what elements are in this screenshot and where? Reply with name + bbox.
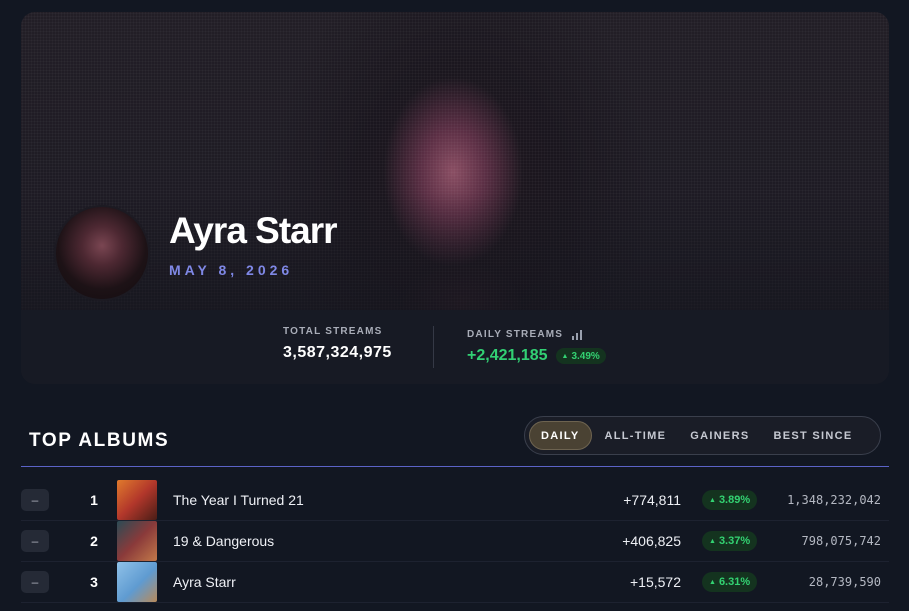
album-title[interactable]: Ayra Starr xyxy=(173,574,236,590)
album-title[interactable]: The Year I Turned 21 xyxy=(173,492,304,508)
tab-all-time[interactable]: ALL-TIME xyxy=(594,421,678,450)
section-divider xyxy=(21,466,889,467)
album-total-streams: 798,075,742 xyxy=(801,534,881,548)
daily-pct-badge: ▲ 3.49% xyxy=(555,348,606,364)
tab-best-since[interactable]: BEST SINCE xyxy=(762,421,863,450)
triangle-up-icon: ▲ xyxy=(709,496,716,504)
table-row[interactable]: – 1 The Year I Turned 21 +774,811 ▲ 3.89… xyxy=(21,480,889,521)
album-pct-badge: ▲ 3.37% xyxy=(702,531,758,551)
album-rank: 3 xyxy=(90,574,98,590)
artist-name: Ayra Starr xyxy=(169,210,338,251)
total-streams-value: 3,587,324,975 xyxy=(283,344,392,361)
album-total-streams: 28,739,590 xyxy=(808,575,881,589)
daily-streams-label: DAILY STREAMS xyxy=(467,329,564,340)
stats-bar: TOTAL STREAMS 3,587,324,975 DAILY STREAM… xyxy=(21,310,889,384)
album-total-streams: 1,348,232,042 xyxy=(787,493,881,507)
row-toggle-button[interactable]: – xyxy=(21,571,49,593)
artist-avatar xyxy=(54,205,150,301)
album-cover[interactable] xyxy=(117,480,157,520)
triangle-up-icon: ▲ xyxy=(709,578,716,586)
bar-chart-icon[interactable] xyxy=(572,329,583,340)
album-title[interactable]: 19 & Dangerous xyxy=(173,533,274,549)
albums-tab-group: DAILY ALL-TIME GAINERS BEST SINCE xyxy=(524,416,881,455)
artist-date: MAY 8, 2026 xyxy=(169,262,294,278)
total-streams-stat: TOTAL STREAMS 3,587,324,975 xyxy=(283,326,392,362)
daily-streams-value: +2,421,185 xyxy=(467,347,548,364)
stats-divider xyxy=(433,326,434,368)
albums-table: – 1 The Year I Turned 21 +774,811 ▲ 3.89… xyxy=(21,480,889,603)
album-rank: 1 xyxy=(90,492,98,508)
album-pct-badge: ▲ 3.89% xyxy=(702,490,758,510)
table-row[interactable]: – 2 19 & Dangerous +406,825 ▲ 3.37% 798,… xyxy=(21,521,889,562)
album-rank: 2 xyxy=(90,533,98,549)
tab-daily[interactable]: DAILY xyxy=(529,421,592,450)
album-pct-badge: ▲ 6.31% xyxy=(702,572,758,592)
album-cover[interactable] xyxy=(117,562,157,602)
top-albums-title: TOP ALBUMS xyxy=(29,430,170,451)
row-toggle-button[interactable]: – xyxy=(21,489,49,511)
daily-streams-stat: DAILY STREAMS +2,421,185 ▲ 3.49% xyxy=(467,329,606,365)
triangle-up-icon: ▲ xyxy=(709,537,716,545)
album-daily-delta: +406,825 xyxy=(622,533,681,549)
tab-gainers[interactable]: GAINERS xyxy=(679,421,760,450)
album-daily-delta: +774,811 xyxy=(623,492,681,508)
row-toggle-button[interactable]: – xyxy=(21,530,49,552)
album-cover[interactable] xyxy=(117,521,157,561)
triangle-up-icon: ▲ xyxy=(561,352,569,360)
total-streams-label: TOTAL STREAMS xyxy=(283,326,383,337)
artist-hero: Ayra Starr MAY 8, 2026 TOTAL STREAMS 3,5… xyxy=(21,12,889,384)
album-daily-delta: +15,572 xyxy=(630,574,681,590)
table-row[interactable]: – 3 Ayra Starr +15,572 ▲ 6.31% 28,739,59… xyxy=(21,562,889,603)
